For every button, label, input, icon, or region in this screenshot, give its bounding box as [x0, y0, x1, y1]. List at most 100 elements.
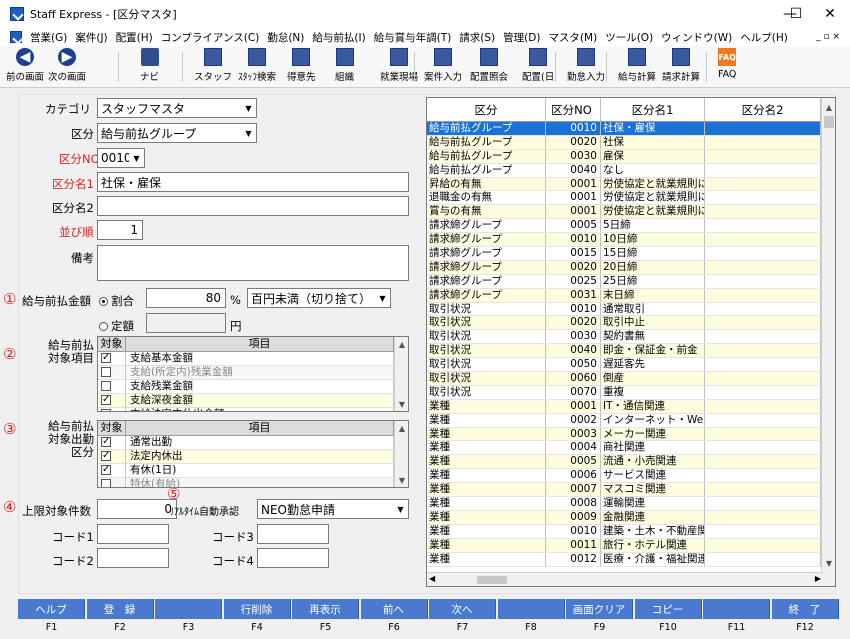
toolbar-button-1[interactable]: ▶ 次の画面 [48, 48, 86, 86]
ratio-radio[interactable]: 割合 [99, 293, 134, 309]
remarks-textarea[interactable] [97, 245, 409, 281]
items_grid-row[interactable]: 支給深夜金額 [98, 394, 408, 408]
hscroll-thumb[interactable] [477, 576, 507, 584]
list-horizontal-scrollbar[interactable]: ◀ ▶ [427, 572, 823, 586]
att_grid-check-cell[interactable] [98, 436, 126, 449]
close-button[interactable]: ✕ [810, 0, 850, 28]
menu-item-1[interactable]: 案件(J) [71, 30, 111, 45]
toolbar-button-12[interactable]: 給与計算 [618, 48, 656, 86]
list-row[interactable]: 給与前払グループ 0010 社保・雇保 [427, 122, 835, 136]
att_grid-check-cell[interactable] [98, 450, 126, 463]
list-row[interactable]: 業種 0006 サービス関連 [427, 469, 835, 484]
items_grid-check-cell[interactable] [98, 352, 126, 365]
fkey-f4-button[interactable]: 行削除 [223, 599, 291, 619]
kubun-name1-input[interactable]: 社保・雇保 [97, 172, 409, 192]
checkbox-icon[interactable] [101, 394, 111, 406]
items_grid-check-cell[interactable] [98, 408, 126, 411]
list-row[interactable]: 業種 0010 建築・土木・不動産関 [427, 524, 835, 539]
list-row[interactable]: 請求締グループ 0031 末日締 [427, 288, 835, 303]
rounding-select[interactable]: 百円未満（切り捨て） ▼ [247, 288, 391, 308]
checkbox-icon[interactable] [101, 436, 111, 448]
list-row[interactable]: 業種 0011 旅行・ホテル関連 [427, 538, 835, 553]
toolbar-button-14[interactable]: FAQ FAQ [718, 48, 736, 86]
list-row[interactable]: 取引状況 0010 通常取引 [427, 302, 835, 317]
fkey-f3-button[interactable] [155, 599, 222, 619]
att_grid-check-cell[interactable] [98, 464, 126, 477]
menu-item-8[interactable]: 管理(D) [499, 30, 544, 45]
items_grid-check-cell[interactable] [98, 394, 126, 407]
menu-item-6[interactable]: 給与賞与年調(T) [370, 30, 456, 45]
scroll-down-icon[interactable]: ▼ [395, 473, 408, 487]
att_grid-row[interactable]: 法定内休出 [98, 450, 408, 464]
attendance-grid[interactable]: 対象項目通常出勤法定内休出有休(1日)特休(有給)▲▼ [97, 420, 409, 488]
list-row[interactable]: 業種 0012 医療・介護・福祉関連 [427, 552, 835, 567]
list-row[interactable]: 取引状況 0030 契約書無 [427, 330, 835, 345]
ratio-input[interactable]: 80 [146, 288, 226, 308]
toolbar-button-5[interactable]: 得意先 [287, 48, 316, 86]
menu-item-11[interactable]: ウィンドウ(W) [657, 30, 736, 45]
toolbar-button-8[interactable]: 案件入力 [424, 48, 462, 86]
list-row[interactable]: 給与前払グループ 0040 なし [427, 163, 835, 178]
menu-item-9[interactable]: マスタ(M) [544, 30, 601, 45]
att_grid-check-cell[interactable] [98, 478, 126, 487]
scroll-up-icon[interactable]: ▲ [822, 100, 835, 114]
att_grid-row[interactable]: 特休(有給) [98, 478, 408, 487]
scroll-down-icon[interactable]: ▼ [822, 556, 835, 570]
menu-item-4[interactable]: 勤怠(N) [263, 30, 308, 45]
list-row[interactable]: 昇給の有無 0001 労使協定と就業規則に [427, 177, 835, 192]
fkey-f10-button[interactable]: コピー [634, 599, 702, 619]
limit-input[interactable]: 0 [97, 499, 177, 519]
menu-item-5[interactable]: 給与前払(I) [308, 30, 369, 45]
list-row[interactable]: 請求締グループ 0015 15日締 [427, 247, 835, 261]
kubun-select[interactable]: 給与前払グループ ▼ [97, 123, 257, 143]
kubun-no-select[interactable]: 0010 ▼ [97, 148, 145, 168]
toolbar-button-7[interactable]: 就業現場 [380, 48, 418, 86]
toolbar-button-3[interactable]: スタッフ [194, 48, 232, 86]
list-vertical-scrollbar[interactable]: ▲ ▼ [821, 98, 835, 586]
fixed-radio[interactable]: 定額 [99, 318, 134, 334]
fkey-f9-button[interactable]: 画面クリア [566, 599, 633, 619]
list-row[interactable]: 業種 0002 インターネット・Webｻ [427, 413, 835, 428]
toolbar-button-2[interactable]: ナビ [140, 48, 159, 86]
list-row[interactable]: 業種 0005 流通・小売関連 [427, 455, 835, 470]
list-row[interactable]: 取引状況 0060 倒産 [427, 372, 835, 386]
list-row[interactable]: 取引状況 0020 取引中止 [427, 316, 835, 331]
code3-input[interactable] [257, 524, 329, 544]
toolbar-button-13[interactable]: 請求計算 [662, 48, 700, 86]
checkbox-icon[interactable] [101, 352, 111, 364]
menu-item-12[interactable]: ヘルプ(H) [736, 30, 792, 45]
toolbar-button-0[interactable]: ◀ 前の画面 [6, 48, 44, 86]
att_grid-row[interactable]: 通常出勤 [98, 436, 408, 450]
att_grid-scrollbar[interactable]: ▲ ▼ [394, 421, 408, 487]
code2-input[interactable] [97, 548, 169, 568]
fkey-f2-button[interactable]: 登 録 [86, 599, 154, 619]
fkey-f12-button[interactable]: 終 了 [771, 599, 839, 619]
items_grid-row[interactable]: 支給法定内休出金額 [98, 408, 408, 411]
toolbar-button-11[interactable]: 勤怠入力 [567, 48, 605, 86]
list-row[interactable]: 請求締グループ 0005 5日締 [427, 219, 835, 234]
list-row[interactable]: 業種 0009 金融関連 [427, 510, 835, 525]
list-row[interactable]: 請求締グループ 0025 25日締 [427, 274, 835, 289]
menu-item-3[interactable]: コンプライアンス(C) [157, 30, 264, 45]
scroll-left-icon[interactable]: ◀ [429, 574, 435, 583]
items_grid-scrollbar[interactable]: ▲ ▼ [394, 337, 408, 411]
fkey-f1-button[interactable]: ヘルプ [18, 599, 85, 619]
kubun-list[interactable]: 区分 区分NO 区分名1 区分名2 給与前払グループ 0010 社保・雇保 給与前払グループ… [426, 97, 836, 587]
fkey-f11-button[interactable] [703, 599, 770, 619]
checkbox-icon[interactable] [101, 409, 111, 411]
list-row[interactable]: 取引状況 0070 重複 [427, 385, 835, 400]
list-row[interactable]: 給与前払グループ 0020 社保 [427, 135, 835, 150]
fkey-f8-button[interactable] [497, 599, 565, 619]
scroll-thumb[interactable] [824, 116, 834, 128]
fkey-f7-button[interactable]: 次へ [429, 599, 496, 619]
items_grid-row[interactable]: 支給(所定内)残業金額 [98, 366, 408, 380]
list-row[interactable]: 業種 0008 運輸関連 [427, 497, 835, 511]
fixed-amount-input[interactable] [146, 313, 226, 333]
list-row[interactable]: 業種 0003 メーカー関連 [427, 427, 835, 442]
list-header-0[interactable]: 区分 [427, 98, 546, 121]
list-header-3[interactable]: 区分名2 [705, 98, 821, 121]
checkbox-icon[interactable] [101, 381, 111, 391]
kubun-name2-input[interactable] [97, 196, 409, 216]
list-row[interactable]: 取引状況 0040 即金・保証金・前金 [427, 344, 835, 359]
toolbar-button-6[interactable]: 組織 [335, 48, 354, 86]
